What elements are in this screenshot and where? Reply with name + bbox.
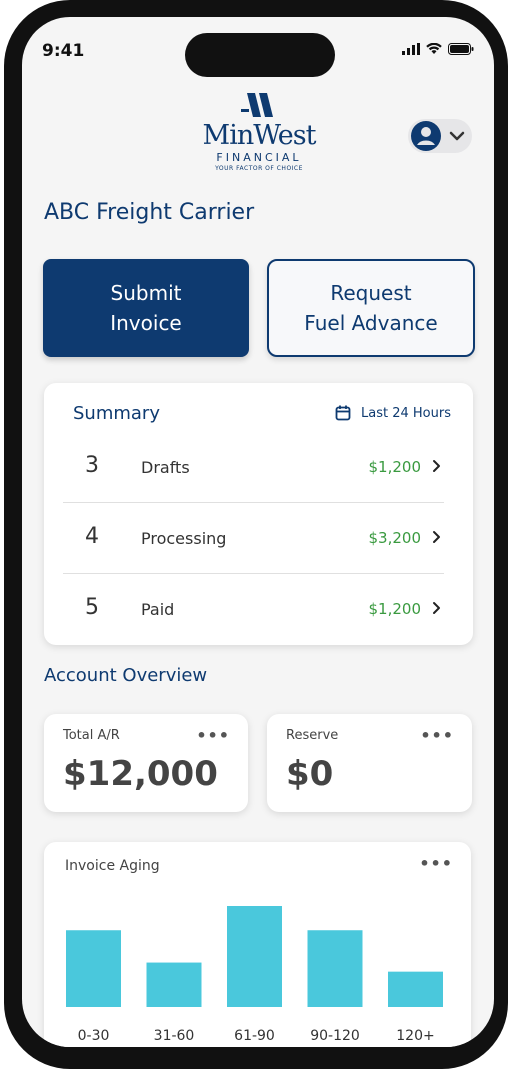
row-amount: $3,200 <box>368 529 422 547</box>
user-avatar-icon <box>411 121 441 151</box>
bar-0-30[interactable] <box>66 930 121 1007</box>
bar-90-120[interactable] <box>307 930 363 1007</box>
more-options-icon[interactable]: ••• <box>196 726 230 745</box>
submit-invoice-button[interactable]: Submit Invoice <box>43 259 249 357</box>
logo-wordmark: MinWest <box>202 120 317 151</box>
request-fuel-advance-label: Request Fuel Advance <box>304 281 438 335</box>
row-count: 5 <box>85 595 99 620</box>
logo-mark-icon <box>241 93 273 117</box>
submit-invoice-label: Submit Invoice <box>110 281 182 335</box>
row-amount: $1,200 <box>368 600 422 618</box>
summary-row-processing[interactable]: 4 Processing $3,200 <box>63 504 444 574</box>
row-label: Processing <box>141 529 227 548</box>
signal-icon <box>402 43 420 55</box>
date-range-selector[interactable]: Last 24 Hours <box>335 405 451 421</box>
minwest-logo: MinWest FINANCIAL YOUR FACTOR OF CHOICE <box>194 93 324 174</box>
more-options-icon[interactable]: ••• <box>420 726 454 745</box>
chevron-down-icon <box>449 131 465 141</box>
account-overview-title: Account Overview <box>44 665 208 686</box>
app-screen: 9:41 MinWest FINANCIAL YOUR FACTOR OF CH… <box>22 17 494 1047</box>
x-tick-label: 120+ <box>396 1028 434 1044</box>
row-amount: $1,200 <box>368 458 422 476</box>
date-range-label: Last 24 Hours <box>361 405 451 421</box>
x-tick-label: 31-60 <box>154 1028 195 1044</box>
status-time: 9:41 <box>42 41 85 61</box>
request-fuel-advance-button[interactable]: Request Fuel Advance <box>267 259 475 357</box>
phone-frame: 9:41 MinWest FINANCIAL YOUR FACTOR OF CH… <box>4 0 508 1069</box>
logo-tagline: YOUR FACTOR OF CHOICE <box>215 165 303 172</box>
reserve-value: $0 <box>286 754 334 794</box>
company-name: ABC Freight Carrier <box>44 200 255 225</box>
dynamic-island <box>185 33 335 77</box>
summary-title: Summary <box>73 403 160 424</box>
x-tick-label: 61-90 <box>234 1028 275 1044</box>
account-menu-button[interactable] <box>408 119 472 153</box>
row-count: 3 <box>85 453 99 478</box>
bar-31-60[interactable] <box>146 962 202 1007</box>
x-tick-label: 90-120 <box>310 1028 360 1044</box>
row-label: Drafts <box>141 458 190 477</box>
chevron-right-icon <box>433 531 440 543</box>
chevron-right-icon <box>433 602 440 614</box>
logo-financial: FINANCIAL <box>216 151 302 164</box>
chevron-right-icon <box>433 460 440 472</box>
total-ar-label: Total A/R <box>63 728 120 743</box>
row-count: 4 <box>85 524 99 549</box>
reserve-card[interactable]: Reserve ••• $0 <box>267 714 472 812</box>
bar-61-90[interactable] <box>227 906 282 1007</box>
bar-120+[interactable] <box>388 971 443 1007</box>
x-tick-label: 0-30 <box>78 1028 110 1044</box>
wifi-icon <box>426 43 442 54</box>
battery-icon <box>448 43 474 55</box>
invoice-aging-card: Invoice Aging ••• 0-30 31-60 61-90 90-120 12… <box>44 842 471 1047</box>
status-icons <box>402 43 474 55</box>
total-ar-card[interactable]: Total A/R ••• $12,000 <box>44 714 248 812</box>
summary-row-paid[interactable]: 5 Paid $1,200 <box>63 575 444 645</box>
reserve-label: Reserve <box>286 728 339 743</box>
calendar-icon <box>335 405 351 421</box>
row-label: Paid <box>141 600 175 619</box>
invoice-aging-chart: 0-30 31-60 61-90 90-120 120+ <box>66 906 443 1044</box>
summary-row-drafts[interactable]: 3 Drafts $1,200 <box>63 433 444 503</box>
total-ar-value: $12,000 <box>63 754 218 794</box>
summary-card: Summary Last 24 Hours 3 Drafts $1,200 4 … <box>44 383 473 645</box>
